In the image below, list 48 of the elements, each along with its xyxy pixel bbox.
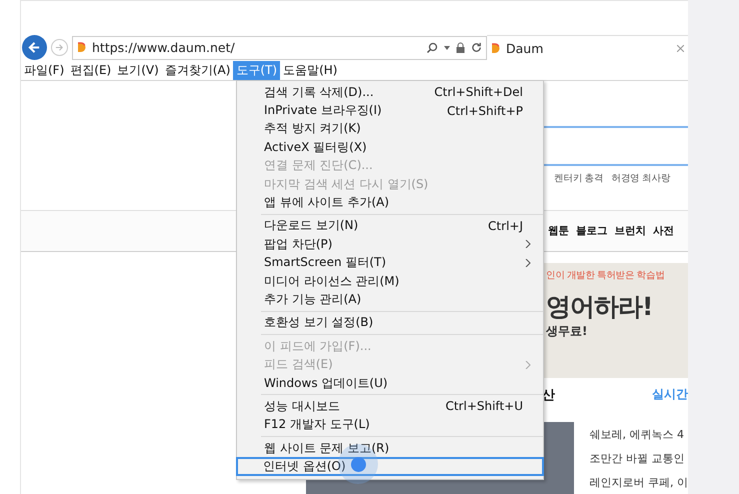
site-favicon-icon [77,42,86,53]
site-favicon-icon [491,42,500,54]
refresh-icon[interactable] [471,42,482,53]
menu-item[interactable]: ActiveX 필터링(X) [237,138,543,157]
menu-item[interactable]: 미디어 라이선스 관리(M) [237,272,543,290]
menu-item[interactable]: Windows 업데이트(U) [237,374,543,392]
nav-link[interactable]: 웹툰 [548,224,569,238]
section-heading: 산 [542,387,555,405]
menu-bar-item[interactable]: 보기(V) [114,61,162,80]
menu-bar-item[interactable]: 편집(E) [67,61,114,80]
search-icon[interactable] [426,42,438,54]
nav-link[interactable]: 브런치 [614,224,646,238]
menu-item[interactable]: InPrivate 브라우징(I) Ctrl+Shift+P [237,101,543,120]
menu-item[interactable]: 앱 뷰에 사이트 추가(A) [237,193,543,212]
menu-item[interactable]: 성능 대시보드 Ctrl+Shift+U [237,397,543,416]
menu-item[interactable]: 팝업 차단(P) [237,235,543,254]
url-text: https://www.daum.net/ [92,40,236,55]
menu-item[interactable]: SmartScreen 필터(T) [237,254,543,272]
menu-item[interactable]: 호환성 보기 설정(B) [237,314,543,332]
close-icon[interactable] [677,44,684,52]
news-headline[interactable]: 쉐보레, 에퀴녹스 4 [590,427,688,442]
menu-item[interactable]: 다운로드 보기(N) Ctrl+J [237,216,543,236]
back-button[interactable] [22,35,47,60]
browser-tab[interactable]: Daum [487,35,688,60]
menu-bar-item[interactable]: 파일(F) [21,61,68,80]
nav-link[interactable]: 블로그 [576,224,608,238]
ad-tagline: 인이 개발한 특허받은 학습법 [546,269,665,282]
lock-icon [456,42,465,53]
tab-title: Daum [506,40,544,56]
news-headline[interactable]: 레인지로버 쿠페, 이 [590,475,688,490]
address-field[interactable]: https://www.daum.net/ [72,36,487,60]
news-headline[interactable]: 조만간 바뀔 교통인 [590,451,688,466]
dropdown-caret-icon[interactable] [444,46,450,50]
back-arrow-icon [28,41,41,54]
menu-item[interactable]: 검색 기록 삭제(D)... Ctrl+Shift+Del [237,83,543,102]
menu-item[interactable]: 웹 사이트 문제 보고(R) [237,439,543,458]
menu-item[interactable]: F12 개발자 도구(L) [237,416,543,434]
nav-link[interactable]: 사전 [653,224,674,238]
ad-footer: 생무료! [546,323,588,340]
trending-keyword[interactable]: 허경영 최사랑 [611,172,670,188]
trending-keyword[interactable]: 켄터키 총격 [554,172,604,188]
forward-arrow-icon [55,43,64,52]
menu-bar-item[interactable]: 즐겨찾기(A) [162,61,234,80]
menu-item[interactable]: 인터넷 옵션(O) [236,457,544,476]
menu-item[interactable]: 추적 방지 켜기(K) [237,120,543,138]
menu-item[interactable]: 추가 기능 관리(A) [237,290,543,309]
ad-headline: 영어하라! [546,291,652,323]
menu-bar-item[interactable]: 도움말(H) [280,61,340,80]
